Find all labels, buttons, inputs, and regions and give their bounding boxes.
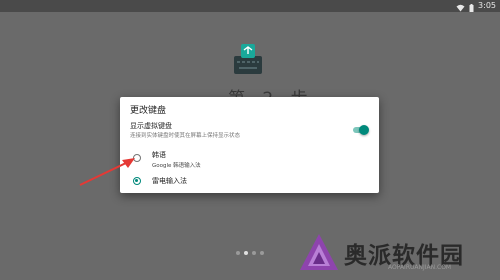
watermark-logo-icon [300, 234, 338, 270]
clock: 3:05 [478, 1, 496, 10]
toggle-thumb [359, 125, 369, 135]
radio-korean[interactable] [133, 154, 141, 162]
page-dot [252, 251, 256, 255]
show-virtual-keyboard-label: 显示虚拟键盘 [130, 122, 172, 130]
option-leidian-label: 雷电输入法 [152, 177, 187, 185]
radio-leidian[interactable] [133, 177, 141, 185]
show-virtual-keyboard-description: 连接到实体键盘时使其在屏幕上保持显示状态 [130, 133, 241, 139]
watermark-url: AOPAIRUANJIAN.COM [388, 264, 452, 271]
page-dot [260, 251, 264, 255]
dialog-title: 更改键盘 [130, 106, 167, 116]
page-dot-current [244, 251, 248, 255]
page-dot [236, 251, 240, 255]
status-bar: 3:05 [0, 0, 500, 12]
wifi-icon [456, 0, 465, 16]
watermark: 奥派软件园 AOPAIRUANJIAN.COM [298, 232, 494, 276]
battery-icon [469, 0, 474, 16]
change-keyboard-dialog: 更改键盘 显示虚拟键盘 连接到实体键盘时使其在屏幕上保持显示状态 韩语 Goog… [120, 97, 379, 193]
option-korean-sublabel: Google 韩语输入法 [152, 163, 201, 169]
show-virtual-keyboard-toggle[interactable] [353, 125, 369, 135]
keyboard-app-icon [232, 42, 264, 76]
option-korean-label: 韩语 [152, 151, 166, 159]
page-indicator [236, 251, 264, 255]
